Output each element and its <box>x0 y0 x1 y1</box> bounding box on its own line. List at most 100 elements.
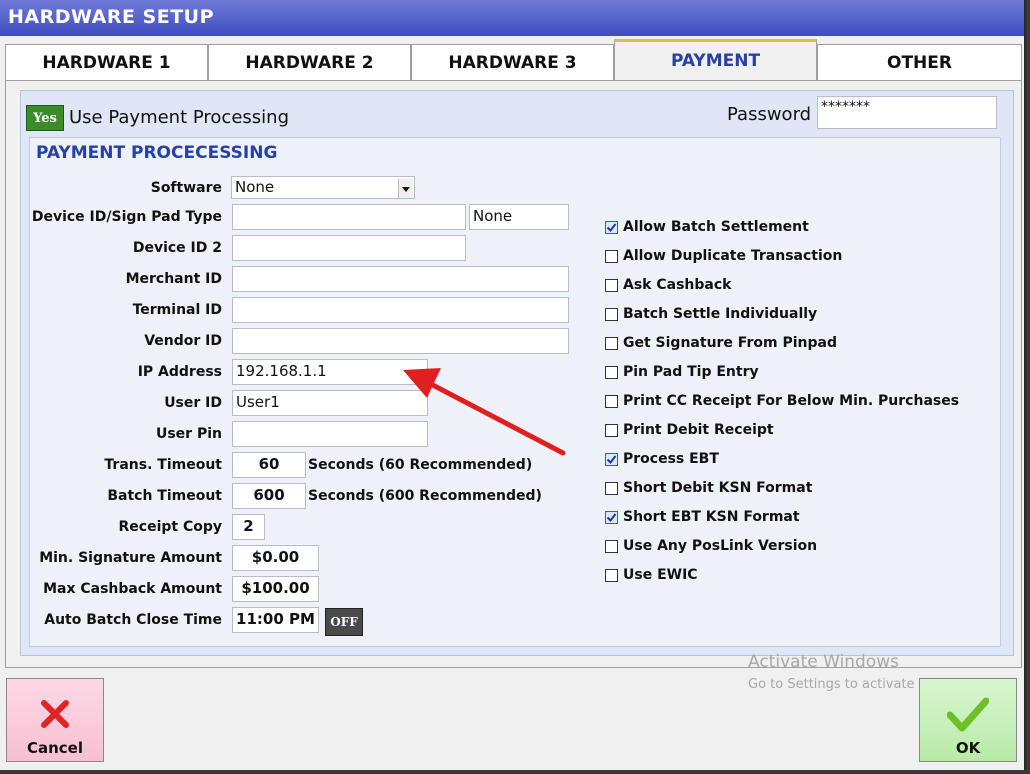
use-payment-toggle[interactable]: Yes <box>26 105 64 131</box>
checkmark-icon <box>606 222 617 232</box>
option-checkbox-row[interactable]: Print Debit Receipt <box>605 420 774 440</box>
checkbox-label: Allow Batch Settlement <box>623 219 809 235</box>
device-id2-label: Device ID 2 <box>132 240 222 256</box>
checkbox[interactable] <box>605 452 618 466</box>
device-id2-field[interactable] <box>232 235 466 261</box>
checkbox-label: Print Debit Receipt <box>623 422 774 438</box>
checkbox[interactable] <box>605 220 618 234</box>
checkbox[interactable] <box>605 249 618 263</box>
tab-hardware-3[interactable]: HARDWARE 3 <box>411 44 614 80</box>
option-checkbox-row[interactable]: Process EBT <box>605 449 719 469</box>
checkbox-label: Short EBT KSN Format <box>623 509 800 525</box>
checkbox[interactable] <box>605 365 618 379</box>
cancel-button[interactable]: Cancel <box>6 678 104 762</box>
annotation-arrow-icon <box>403 368 566 456</box>
max-cashback-label: Max Cashback Amount <box>43 581 222 597</box>
software-value: None <box>235 178 275 196</box>
option-checkbox-row[interactable]: Allow Batch Settlement <box>605 217 809 237</box>
max-cashback-field[interactable]: $100.00 <box>232 576 319 602</box>
checkbox[interactable] <box>605 278 618 292</box>
password-field[interactable]: ******* <box>817 96 997 129</box>
tab-hardware-1[interactable]: HARDWARE 1 <box>5 44 208 80</box>
auto-batch-label: Auto Batch Close Time <box>44 612 222 628</box>
checkbox[interactable] <box>605 539 618 553</box>
use-payment-label: Use Payment Processing <box>69 107 289 128</box>
window-title: HARDWARE SETUP <box>8 6 215 28</box>
tab-label: PAYMENT <box>670 51 761 71</box>
cancel-label: Cancel <box>26 739 83 757</box>
batch-timeout-field[interactable]: 600 <box>232 483 306 509</box>
ok-label: OK <box>955 739 981 757</box>
merchant-id-label: Merchant ID <box>125 271 222 287</box>
tab-other[interactable]: OTHER <box>817 44 1022 80</box>
tab-bar: HARDWARE 1 HARDWARE 2 HARDWARE 3 PAYMENT… <box>5 39 1022 80</box>
tab-label: HARDWARE 2 <box>245 52 374 73</box>
trans-timeout-field[interactable]: 60 <box>232 452 306 478</box>
tab-label: HARDWARE 1 <box>42 52 171 73</box>
option-checkbox-row[interactable]: Use EWIC <box>605 565 698 585</box>
checkbox-label: Pin Pad Tip Entry <box>623 364 759 380</box>
hardware-setup-window: HARDWARE SETUP HARDWARE 1 HARDWARE 2 HAR… <box>0 0 1026 770</box>
checkbox[interactable] <box>605 568 618 582</box>
software-select[interactable]: None <box>231 176 415 199</box>
password-label: Password <box>727 104 812 125</box>
checkmark-icon <box>947 697 989 732</box>
ip-address-label: IP Address <box>137 364 222 380</box>
terminal-id-label: Terminal ID <box>132 302 222 318</box>
checkbox-label: Batch Settle Individually <box>623 306 818 322</box>
receipt-copy-field[interactable]: 2 <box>232 514 265 540</box>
user-id-label: User ID <box>164 395 222 411</box>
option-checkbox-row[interactable]: Batch Settle Individually <box>605 304 817 324</box>
option-checkbox-row[interactable]: Allow Duplicate Transaction <box>605 246 842 266</box>
software-label: Software <box>150 180 222 196</box>
tab-label: HARDWARE 3 <box>448 52 577 73</box>
checkbox-label: Use Any PosLink Version <box>623 538 818 554</box>
checkbox-label: Get Signature From Pinpad <box>623 335 837 351</box>
section-title: PAYMENT PROCECESSING <box>36 143 278 163</box>
checkbox-label: Short Debit KSN Format <box>623 480 813 496</box>
checkbox-label: Ask Cashback <box>623 277 732 293</box>
receipt-copy-label: Receipt Copy <box>118 519 223 535</box>
option-checkbox-row[interactable]: Ask Cashback <box>605 275 731 295</box>
device-type-field[interactable] <box>232 204 466 230</box>
checkmark-icon <box>606 512 617 522</box>
checkmark-icon <box>606 454 617 464</box>
tab-label: OTHER <box>887 52 952 73</box>
option-checkbox-row[interactable]: Short EBT KSN Format <box>605 507 800 527</box>
activate-windows-title: Activate Windows <box>748 652 899 672</box>
checkbox-label: Use EWIC <box>623 567 698 583</box>
min-signature-label: Min. Signature Amount <box>39 550 222 566</box>
batch-timeout-label: Batch Timeout <box>107 488 222 504</box>
title-bar: HARDWARE SETUP <box>0 0 1024 36</box>
close-icon <box>41 700 69 728</box>
tab-hardware-2[interactable]: HARDWARE 2 <box>208 44 411 80</box>
auto-batch-field[interactable]: 11:00 PM <box>232 607 319 633</box>
vendor-id-field[interactable] <box>232 328 569 354</box>
checkbox-label: Print CC Receipt For Below Min. Purchase… <box>623 393 960 409</box>
checkbox[interactable] <box>605 307 618 321</box>
ok-button[interactable]: OK <box>919 678 1017 762</box>
option-checkbox-row[interactable]: Use Any PosLink Version <box>605 536 817 556</box>
option-checkbox-row[interactable]: Pin Pad Tip Entry <box>605 362 759 382</box>
checkbox-label: Process EBT <box>623 451 719 467</box>
chevron-down-icon <box>398 179 413 198</box>
user-pin-label: User Pin <box>155 426 222 442</box>
checkbox[interactable] <box>605 423 618 437</box>
checkbox[interactable] <box>605 394 618 408</box>
terminal-id-field[interactable] <box>232 297 569 323</box>
auto-batch-toggle[interactable]: OFF <box>325 608 363 636</box>
device-type-label: Device ID/Sign Pad Type <box>31 209 222 225</box>
option-checkbox-row[interactable]: Short Debit KSN Format <box>605 478 812 498</box>
merchant-id-field[interactable] <box>232 266 569 292</box>
vendor-id-label: Vendor ID <box>144 333 222 349</box>
device-type-secondary-field[interactable]: None <box>469 204 569 230</box>
option-checkbox-row[interactable]: Print CC Receipt For Below Min. Purchase… <box>605 391 959 411</box>
checkbox-label: Allow Duplicate Transaction <box>623 248 843 264</box>
trans-timeout-label: Trans. Timeout <box>104 457 222 473</box>
checkbox[interactable] <box>605 336 618 350</box>
checkbox[interactable] <box>605 481 618 495</box>
min-signature-field[interactable]: $0.00 <box>232 545 319 571</box>
checkbox[interactable] <box>605 510 618 524</box>
option-checkbox-row[interactable]: Get Signature From Pinpad <box>605 333 837 353</box>
tab-payment[interactable]: PAYMENT <box>614 39 817 80</box>
